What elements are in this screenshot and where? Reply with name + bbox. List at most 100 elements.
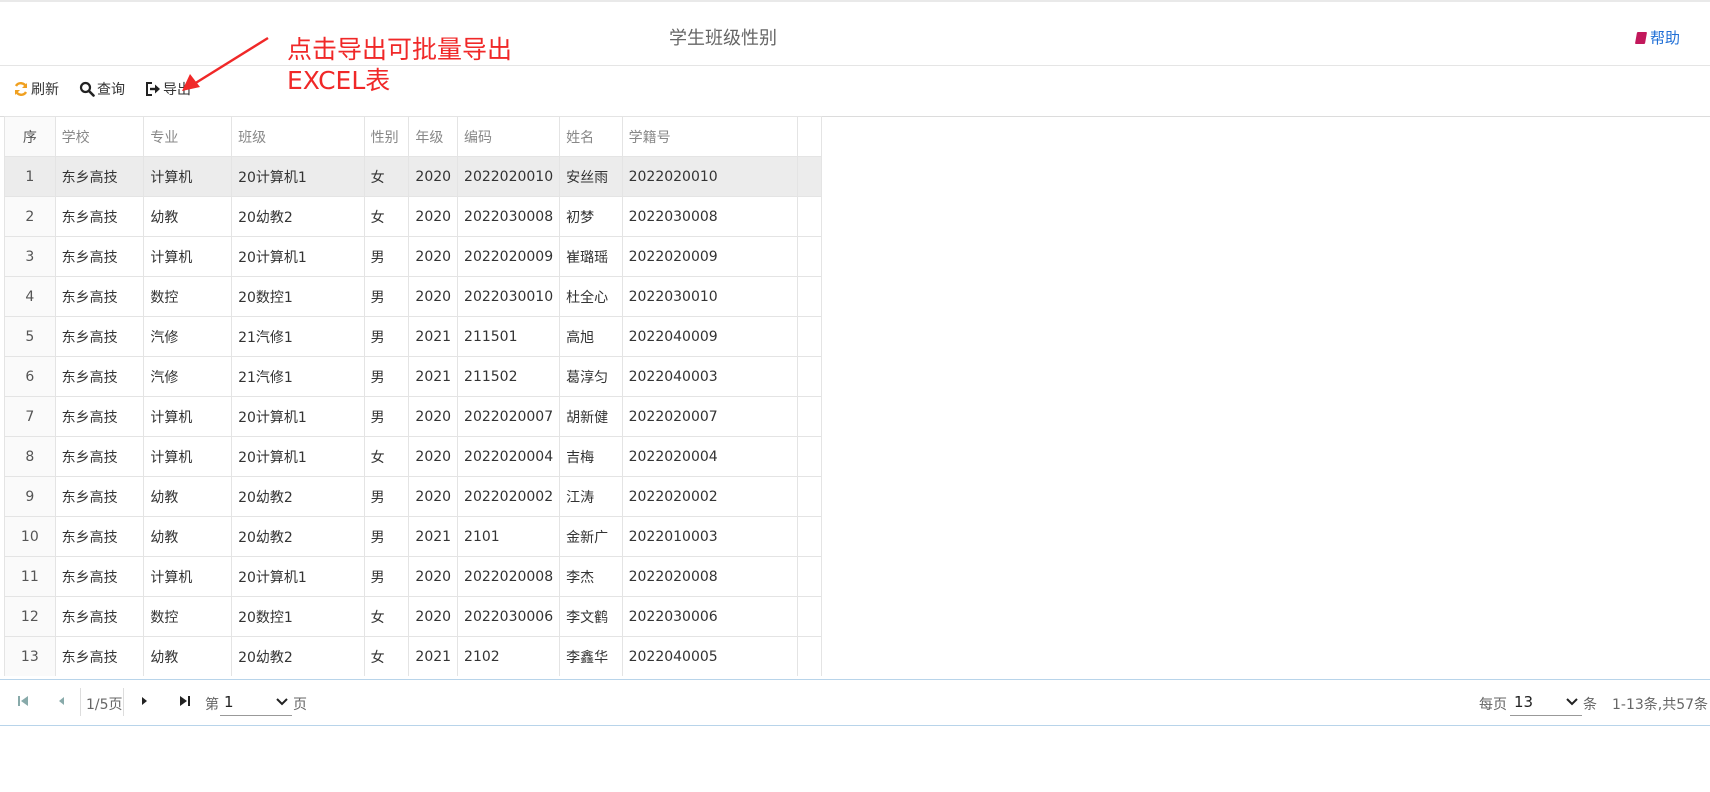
table-cell: 20计算机1: [231, 436, 365, 477]
table-row[interactable]: 5 东乡高技 汽修 21汽修1 男 2021 211501 高旭 2022040009: [4, 316, 822, 357]
table-row[interactable]: 13 东乡高技 幼教 20幼教2 女 2021 2102 李鑫华 2022040005: [4, 636, 822, 676]
table-cell: 高旭: [559, 316, 623, 357]
divider: [123, 688, 124, 716]
refresh-button[interactable]: 刷新: [13, 79, 59, 99]
table-row[interactable]: 1 东乡高技 计算机 20计算机1 女 2020 2022020010 安丝雨 20220200…: [4, 156, 822, 197]
table-cell: 2020: [408, 596, 459, 637]
column-header[interactable]: 性别: [363, 116, 410, 157]
table-row[interactable]: 2 东乡高技 幼教 20幼教2 女 2020 2022030008 初梦 2022030008: [4, 196, 822, 237]
column-header[interactable]: 年级: [408, 116, 459, 157]
per-page-suffix: 条: [1583, 697, 1597, 713]
row-index-cell: 3: [4, 236, 56, 277]
table-cell: 20计算机1: [231, 396, 365, 437]
table-row[interactable]: 11 东乡高技 计算机 20计算机1 男 2020 2022020008 李杰 20220200…: [4, 556, 822, 597]
table-cell: 女: [363, 436, 410, 477]
table-cell: 20计算机1: [231, 556, 365, 597]
table-cell: 2020: [408, 396, 459, 437]
table-header: 序学校 专业 班级 性别 年级 编码 姓名 学籍号: [4, 116, 822, 157]
table-cell: 东乡高技: [54, 476, 145, 517]
table-cell: 东乡高技: [54, 516, 145, 557]
table-cell: 东乡高技: [54, 236, 145, 277]
row-index-cell: 4: [4, 276, 56, 317]
refresh-label: 刷新: [31, 82, 59, 98]
table-cell: 女: [363, 196, 410, 237]
table-row[interactable]: 12 东乡高技 数控 20数控1 女 2020 2022030006 李文鹤 202203000…: [4, 596, 822, 637]
row-index-cell: 8: [4, 436, 56, 477]
table-cell: 李文鹤: [559, 596, 623, 637]
table-cell-spacer: [796, 356, 822, 397]
next-page-icon[interactable]: [139, 693, 149, 709]
column-header[interactable]: 姓名: [559, 116, 623, 157]
table-cell-spacer: [796, 276, 822, 317]
table-row[interactable]: 9 东乡高技 幼教 20幼教2 男 2020 2022020002 江涛 2022020002: [4, 476, 822, 517]
table-cell-spacer: [796, 156, 822, 197]
table-cell: 2022030006: [457, 596, 561, 637]
annotation-line-2: EXCEL表: [287, 66, 391, 95]
table-cell: 20数控1: [231, 596, 365, 637]
table-row[interactable]: 4 东乡高技 数控 20数控1 男 2020 2022030010 杜全心 2022030010: [4, 276, 822, 317]
column-header[interactable]: 编码: [457, 116, 561, 157]
help-link[interactable]: 帮助: [1634, 27, 1680, 48]
table-cell-spacer: [796, 436, 822, 477]
table-cell: 安丝雨: [559, 156, 623, 197]
first-page-icon[interactable]: [16, 693, 30, 709]
student-table: 序学校 专业 班级 性别 年级 编码 姓名 学籍号 1 东乡高技 计算机 20计算机1 女 2020 20…: [4, 116, 822, 676]
page-select[interactable]: 1: [220, 688, 292, 716]
table-cell: 20数控1: [231, 276, 365, 317]
table-cell-spacer: [796, 236, 822, 277]
query-button[interactable]: 查询: [79, 79, 125, 99]
row-index-cell: 1: [4, 156, 56, 197]
goto-prefix: 第: [205, 697, 219, 713]
table-cell: 李鑫华: [559, 636, 623, 676]
table-cell: 2020: [408, 436, 459, 477]
table-cell: 计算机: [143, 556, 233, 597]
page-info: 1/5页: [86, 697, 123, 713]
table-cell: 杜全心: [559, 276, 623, 317]
table-cell: 男: [363, 316, 410, 357]
chevron-down-icon: [276, 697, 288, 705]
table-row[interactable]: 6 东乡高技 汽修 21汽修1 男 2021 211502 葛淳匀 2022040003: [4, 356, 822, 397]
table-cell: 2020: [408, 236, 459, 277]
column-header[interactable]: 专业: [143, 116, 233, 157]
last-page-icon[interactable]: [178, 693, 192, 709]
prev-page-icon[interactable]: [56, 693, 66, 709]
refresh-icon: [14, 82, 28, 96]
table-cell: 男: [363, 236, 410, 277]
export-annotation: 点击导出可批量导出 EXCEL表: [287, 34, 512, 96]
row-index-cell: 9: [4, 476, 56, 517]
table-cell: 男: [363, 476, 410, 517]
table-cell: 汽修: [143, 356, 233, 397]
help-label: 帮助: [1649, 29, 1680, 47]
per-page-select[interactable]: 13: [1510, 688, 1582, 716]
table-cell: 东乡高技: [54, 636, 145, 676]
book-icon: [1634, 31, 1648, 44]
table-row[interactable]: 7 东乡高技 计算机 20计算机1 男 2020 2022020007 胡新健 20220200…: [4, 396, 822, 437]
table-cell: 2022020008: [457, 556, 561, 597]
table-cell: 数控: [143, 276, 233, 317]
table-cell: 2022030008: [457, 196, 561, 237]
table-cell: 数控: [143, 596, 233, 637]
column-header[interactable]: 学校: [54, 116, 145, 157]
table-cell-spacer: [796, 396, 822, 437]
table-row[interactable]: 10 东乡高技 幼教 20幼教2 男 2021 2101 金新广 2022010003: [4, 516, 822, 557]
table-cell: 21汽修1: [231, 316, 365, 357]
table-cell: 211502: [457, 356, 561, 397]
table-cell: 东乡高技: [54, 316, 145, 357]
table-cell: 崔璐瑶: [559, 236, 623, 277]
table-cell: 2022030010: [621, 276, 798, 317]
table-cell: 幼教: [143, 516, 233, 557]
table-cell: 男: [363, 356, 410, 397]
table-cell: 男: [363, 276, 410, 317]
table-cell-spacer: [796, 596, 822, 637]
column-header[interactable]: 学籍号: [621, 116, 798, 157]
table-cell: 2020: [408, 196, 459, 237]
table-cell: 2022020009: [621, 236, 798, 277]
table-row[interactable]: 8 东乡高技 计算机 20计算机1 女 2020 2022020004 吉梅 202202000…: [4, 436, 822, 477]
column-header-index[interactable]: 序: [4, 116, 56, 157]
table-cell: 20计算机1: [231, 236, 365, 277]
table-row[interactable]: 3 东乡高技 计算机 20计算机1 男 2020 2022020009 崔璐瑶 20220200…: [4, 236, 822, 277]
query-label: 查询: [97, 82, 125, 98]
table-cell: 2021: [408, 516, 459, 557]
chevron-down-icon: [1566, 697, 1578, 705]
column-header[interactable]: 班级: [231, 116, 365, 157]
